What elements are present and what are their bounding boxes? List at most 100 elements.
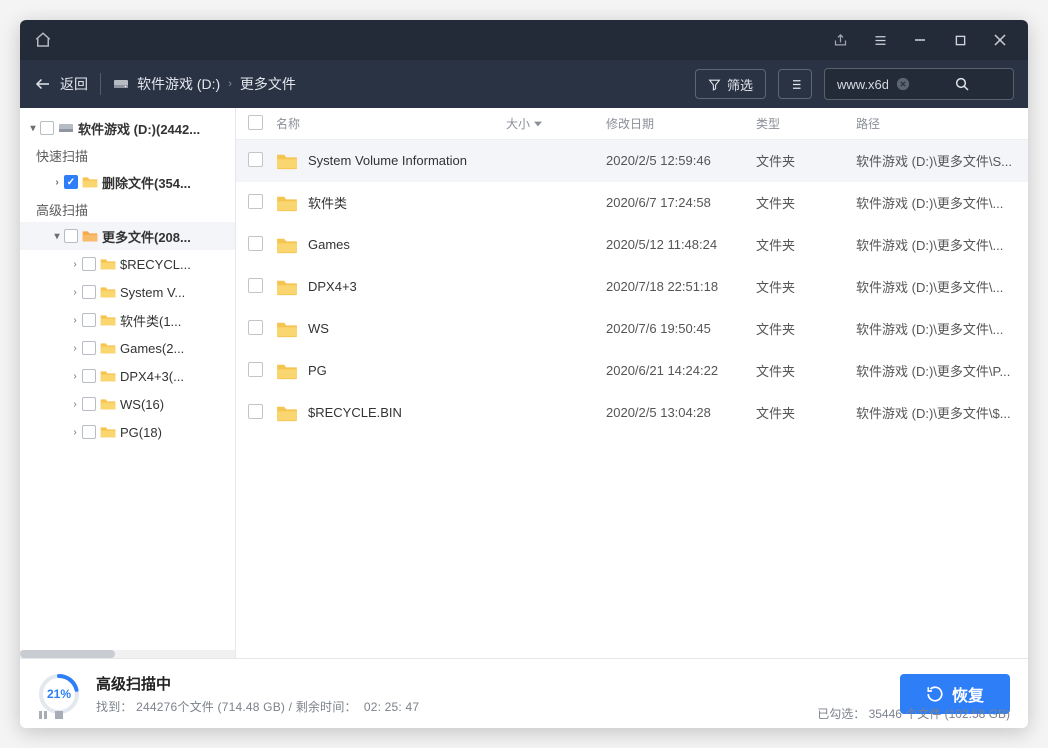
file-type: 文件夹	[756, 193, 856, 212]
row-checkbox[interactable]	[248, 236, 263, 251]
tree-child[interactable]: › System V...	[20, 278, 235, 306]
checkbox[interactable]	[82, 369, 96, 383]
folder-icon	[100, 424, 116, 440]
table-row[interactable]: Games 2020/5/12 11:48:24 文件夹 软件游戏 (D:)\更…	[236, 224, 1028, 266]
back-button[interactable]: 返回	[34, 74, 88, 94]
col-type[interactable]: 类型	[756, 115, 856, 132]
tree-child[interactable]: › 软件类(1...	[20, 306, 235, 334]
folder-icon	[276, 362, 298, 380]
chevron-right-icon[interactable]: ›	[68, 287, 82, 298]
clear-search-icon[interactable]	[896, 77, 947, 91]
row-checkbox[interactable]	[248, 194, 263, 209]
file-path: 软件游戏 (D:)\更多文件\...	[856, 193, 1016, 212]
checkbox[interactable]	[82, 341, 96, 355]
checkbox[interactable]	[40, 121, 54, 135]
crumb-drive[interactable]: 软件游戏 (D:)	[137, 74, 220, 94]
minimize-button[interactable]	[906, 26, 934, 54]
file-path: 软件游戏 (D:)\更多文件\...	[856, 235, 1016, 254]
table-row[interactable]: WS 2020/7/6 19:50:45 文件夹 软件游戏 (D:)\更多文件\…	[236, 308, 1028, 350]
table-row[interactable]: System Volume Information 2020/2/5 12:59…	[236, 140, 1028, 182]
select-all-checkbox[interactable]	[248, 115, 263, 130]
tree-more-files[interactable]: ▾ 更多文件(208...	[20, 222, 235, 250]
folder-icon	[276, 320, 298, 338]
progress-percent: 21%	[38, 673, 80, 715]
checkbox[interactable]	[64, 229, 78, 243]
folder-icon	[82, 174, 98, 190]
file-date: 2020/7/18 22:51:18	[606, 279, 756, 294]
checkbox[interactable]	[82, 397, 96, 411]
checkbox[interactable]	[82, 425, 96, 439]
crumb-folder[interactable]: 更多文件	[240, 74, 296, 94]
checkbox[interactable]	[82, 257, 96, 271]
tree-section-quick-scan: 快速扫描	[20, 142, 235, 168]
row-checkbox[interactable]	[248, 152, 263, 167]
tree: ▾ 软件游戏 (D:)(2442... 快速扫描 › ✓ 删除文件(354...…	[20, 108, 235, 650]
pause-button[interactable]	[38, 710, 48, 720]
table-row[interactable]: PG 2020/6/21 14:24:22 文件夹 软件游戏 (D:)\更多文件…	[236, 350, 1028, 392]
menu-icon[interactable]	[866, 26, 894, 54]
tree-child[interactable]: › $RECYCL...	[20, 250, 235, 278]
chevron-right-icon: ›	[228, 78, 232, 90]
close-button[interactable]	[986, 26, 1014, 54]
table-row[interactable]: $RECYCLE.BIN 2020/2/5 13:04:28 文件夹 软件游戏 …	[236, 392, 1028, 434]
tree-child[interactable]: › WS(16)	[20, 390, 235, 418]
file-date: 2020/2/5 13:04:28	[606, 405, 756, 420]
folder-icon	[276, 404, 298, 422]
row-checkbox[interactable]	[248, 404, 263, 419]
checkbox[interactable]	[82, 313, 96, 327]
folder-icon	[276, 152, 298, 170]
table-row[interactable]: 软件类 2020/6/7 17:24:58 文件夹 软件游戏 (D:)\更多文件…	[236, 182, 1028, 224]
tree-label: 更多文件(208...	[102, 227, 191, 246]
chevron-down-icon[interactable]: ▾	[26, 123, 40, 134]
tree-child[interactable]: › Games(2...	[20, 334, 235, 362]
search-input[interactable]: www.x6d.com	[824, 68, 1014, 100]
folder-icon	[100, 312, 116, 328]
checkbox[interactable]	[82, 285, 96, 299]
chevron-right-icon[interactable]: ›	[68, 259, 82, 270]
sidebar-horizontal-scrollbar[interactable]	[20, 650, 235, 658]
row-checkbox[interactable]	[248, 362, 263, 377]
file-date: 2020/2/5 12:59:46	[606, 153, 756, 168]
restore-icon	[926, 685, 944, 703]
col-path[interactable]: 路径	[856, 115, 1016, 132]
file-name: Games	[308, 237, 350, 252]
col-size[interactable]: 大小	[506, 115, 606, 132]
tree-label: System V...	[120, 285, 185, 300]
chevron-right-icon[interactable]: ›	[68, 427, 82, 438]
disk-icon	[58, 120, 74, 136]
tree-deleted-files[interactable]: › ✓ 删除文件(354...	[20, 168, 235, 196]
tree-child[interactable]: › DPX4+3(...	[20, 362, 235, 390]
tree-root[interactable]: ▾ 软件游戏 (D:)(2442...	[20, 114, 235, 142]
row-checkbox[interactable]	[248, 320, 263, 335]
col-name[interactable]: 名称	[276, 115, 506, 132]
list-view-button[interactable]	[778, 69, 812, 99]
chevron-right-icon[interactable]: ›	[68, 315, 82, 326]
tree-label: 软件类(1...	[120, 311, 181, 330]
tree-child[interactable]: › PG(18)	[20, 418, 235, 446]
chevron-right-icon[interactable]: ›	[68, 343, 82, 354]
file-type: 文件夹	[756, 235, 856, 254]
chevron-right-icon[interactable]: ›	[50, 177, 64, 188]
chevron-down-icon[interactable]: ▾	[50, 231, 64, 242]
folder-other-icon	[82, 228, 98, 244]
stop-button[interactable]	[54, 710, 64, 720]
filter-button[interactable]: 筛选	[695, 69, 766, 99]
home-icon[interactable]	[34, 31, 52, 49]
scan-progress: 21%	[38, 673, 80, 715]
checkbox-checked[interactable]: ✓	[64, 175, 78, 189]
file-date: 2020/6/21 14:24:22	[606, 363, 756, 378]
toolbar: 返回 软件游戏 (D:) › 更多文件 筛选 www.x6d.com	[20, 60, 1028, 108]
row-checkbox[interactable]	[248, 278, 263, 293]
share-icon[interactable]	[826, 26, 854, 54]
col-modified[interactable]: 修改日期	[606, 115, 756, 132]
table-row[interactable]: DPX4+3 2020/7/18 22:51:18 文件夹 软件游戏 (D:)\…	[236, 266, 1028, 308]
chevron-right-icon[interactable]: ›	[68, 371, 82, 382]
scan-controls	[38, 710, 64, 720]
maximize-button[interactable]	[946, 26, 974, 54]
chevron-right-icon[interactable]: ›	[68, 399, 82, 410]
file-name: DPX4+3	[308, 279, 357, 294]
search-icon[interactable]	[954, 76, 1005, 92]
scan-info: 高级扫描中 找到： 244276个文件 (714.48 GB) / 剩余时间： …	[96, 673, 419, 715]
sidebar: ▾ 软件游戏 (D:)(2442... 快速扫描 › ✓ 删除文件(354...…	[20, 108, 236, 658]
tree-label: DPX4+3(...	[120, 369, 184, 384]
